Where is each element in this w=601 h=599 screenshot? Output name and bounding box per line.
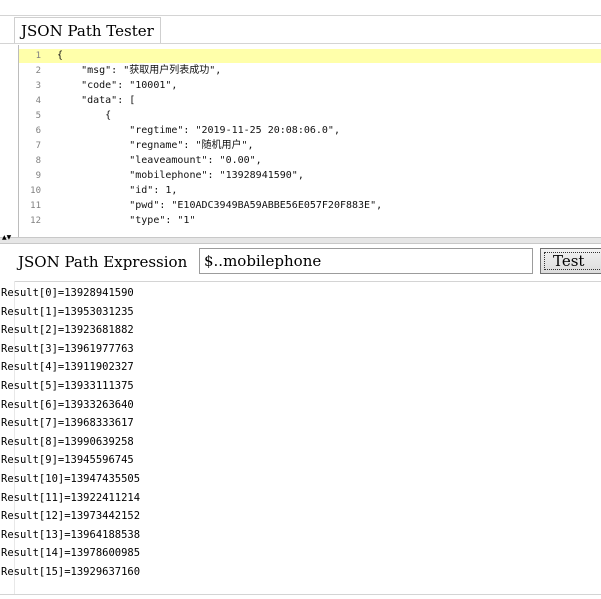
tab-json-path-tester[interactable]: JSON Path Tester: [14, 17, 161, 44]
line-code: "msg": "获取用户列表成功",: [57, 65, 222, 76]
expression-label: JSON Path Expression: [18, 253, 188, 271]
result-row: Result[9]=13945596745: [1, 454, 134, 467]
test-button[interactable]: Test: [540, 248, 601, 274]
splitter-arrows-icon[interactable]: ▲▼: [2, 235, 11, 241]
line-number: 11: [30, 201, 41, 211]
tab-strip-divider: [0, 43, 601, 44]
line-code: "code": "10001",: [57, 80, 178, 91]
result-row: Result[11]=13922411214: [1, 491, 141, 504]
result-row: Result[6]=13933263640: [1, 398, 134, 411]
focus-ring: [544, 252, 601, 270]
line-number: 3: [35, 81, 41, 91]
line-code: "id": 1,: [57, 185, 178, 196]
result-row: Result[0]=13928941590: [1, 287, 134, 299]
editor-line[interactable]: 12 "type": "1": [19, 214, 601, 228]
line-code: "regtime": "2019-11-25 20:08:06.0",: [57, 125, 340, 136]
line-code: "type": "1": [57, 215, 196, 226]
result-row: Result[15]=13929637160: [1, 565, 141, 578]
line-code: "mobilephone": "13928941590",: [57, 170, 304, 181]
line-number: 9: [35, 171, 41, 181]
expression-input[interactable]: [199, 248, 533, 274]
line-number: 6: [35, 126, 41, 136]
result-row: Result[3]=13961977763: [1, 342, 134, 355]
line-number: 4: [35, 96, 41, 106]
result-row: Result[12]=13973442152: [1, 510, 141, 523]
line-number: 7: [35, 141, 41, 151]
editor-line[interactable]: 9 "mobilephone": "13928941590",: [19, 169, 601, 183]
line-code: "leaveamount": "0.00",: [57, 155, 262, 166]
editor-line[interactable]: 2 "msg": "获取用户列表成功",: [19, 64, 601, 78]
result-row: Result[10]=13947435505: [1, 472, 141, 485]
editor-line[interactable]: 5 {: [19, 109, 601, 123]
line-code: {: [57, 110, 112, 121]
results-list[interactable]: Result[0]=13928941590 Result[1]=139530312…: [0, 284, 601, 595]
window-top-border: [0, 15, 601, 16]
result-row: Result[14]=13978600985: [1, 547, 141, 560]
line-number: 8: [35, 156, 41, 166]
result-row: Result[4]=13911902327: [1, 361, 134, 374]
line-code: "regname": "随机用户",: [57, 140, 254, 151]
editor-line[interactable]: 7 "regname": "随机用户",: [19, 139, 601, 153]
editor-line[interactable]: 1{: [19, 49, 601, 63]
line-number: 10: [30, 186, 41, 196]
result-row: Result[7]=13968333617: [1, 417, 134, 430]
result-row: Result[1]=13953031235: [1, 305, 134, 318]
result-row: Result[8]=13990639258: [1, 435, 134, 448]
line-number: 12: [30, 216, 41, 226]
line-code: "pwd": "E10ADC3949BA59ABBE56E057F20F883E…: [57, 200, 383, 211]
line-number: 5: [35, 111, 41, 121]
line-number: 2: [35, 66, 41, 76]
result-row: Result[5]=13933111375: [1, 379, 134, 392]
editor-line[interactable]: 4 "data": [: [19, 94, 601, 108]
line-code: "data": [: [57, 95, 136, 106]
line-code: {: [57, 50, 64, 61]
pane-splitter[interactable]: [0, 237, 601, 244]
editor-line[interactable]: 8 "leaveamount": "0.00",: [19, 154, 601, 168]
line-number: 1: [35, 51, 41, 61]
result-row: Result[2]=13923681882: [1, 324, 134, 337]
editor-line[interactable]: 10 "id": 1,: [19, 184, 601, 198]
editor-line[interactable]: 3 "code": "10001",: [19, 79, 601, 93]
results-divider: [14, 281, 601, 282]
result-row: Result[13]=13964188538: [1, 528, 141, 541]
editor-line[interactable]: 11 "pwd": "E10ADC3949BA59ABBE56E057F20F8…: [19, 199, 601, 213]
json-editor[interactable]: 1{2 "msg": "获取用户列表成功", 3 "code": "10001",…: [18, 45, 601, 237]
editor-line[interactable]: 6 "regtime": "2019-11-25 20:08:06.0",: [19, 124, 601, 138]
